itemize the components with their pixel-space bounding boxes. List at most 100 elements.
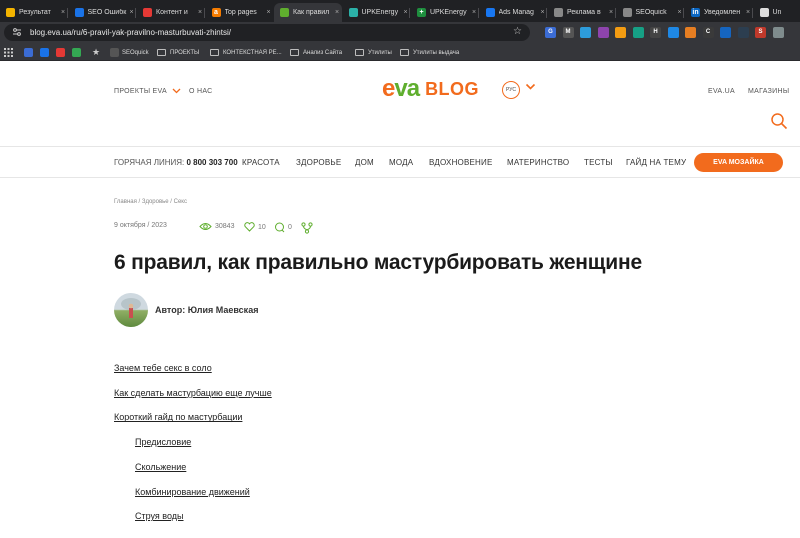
nav-item[interactable]: КРАСОТА: [242, 158, 280, 167]
close-tab-icon[interactable]: ×: [333, 9, 342, 16]
toc-link[interactable]: Комбинирование движений: [135, 487, 250, 497]
bookmark-icon-4[interactable]: [72, 47, 84, 58]
nav-item[interactable]: ВДОХНОВЕНИЕ: [429, 158, 493, 167]
toc-link[interactable]: Зачем тебе секс в соло: [114, 363, 212, 373]
tab-active[interactable]: Как правил ×: [274, 3, 342, 22]
extension-icon[interactable]: [615, 27, 626, 38]
publish-date: 9 октября / 2023: [114, 222, 167, 229]
likes-counter[interactable]: 10: [244, 222, 266, 232]
extension-icon[interactable]: [667, 27, 679, 38]
author-avatar[interactable]: [114, 293, 148, 327]
extension-icon[interactable]: S: [755, 27, 766, 38]
bookmark-folder[interactable]: Утилиты: [355, 47, 392, 58]
bookmark-label: SEOquick: [122, 49, 149, 56]
tab-separator: [203, 8, 205, 18]
browser-tab[interactable]: + UPKEnergy ×: [411, 3, 479, 22]
extension-icon[interactable]: [685, 27, 696, 38]
extension-icon[interactable]: C: [702, 27, 714, 38]
tab-separator: [66, 8, 68, 18]
toc-link[interactable]: Скольжение: [135, 462, 186, 472]
browser-tab[interactable]: SEO Ошибк ×: [69, 3, 136, 22]
browser-tab-strip: Результат × SEO Ошибк × Контент и × a Top pages…: [0, 0, 800, 22]
close-tab-icon[interactable]: ×: [264, 9, 273, 16]
tab-separator: [477, 8, 479, 18]
extension-icon[interactable]: [580, 27, 591, 38]
heart-icon: [244, 222, 255, 232]
eva-blog-logo[interactable]: eva BLOG: [382, 75, 479, 102]
nav-item[interactable]: ГАЙД НА ТЕМУ: [626, 158, 686, 167]
bookmark-icon-3[interactable]: [56, 47, 68, 58]
bookmark-folder[interactable]: КОНТЕКСТНАЯ РЕ...: [210, 47, 282, 58]
views-counter: 30843: [199, 222, 234, 231]
nav-item[interactable]: МАТЕРИНСТВО: [507, 158, 569, 167]
language-switcher[interactable]: РУС: [502, 81, 520, 99]
nav-item[interactable]: ЗДОРОВЬЕ: [296, 158, 341, 167]
bookmark-icon-2[interactable]: [40, 47, 52, 58]
tab-favicon-icon: +: [417, 8, 426, 17]
browser-tab[interactable]: UPKEnergy ×: [343, 3, 410, 22]
language-chevron-down-icon[interactable]: [525, 83, 536, 91]
extension-icon[interactable]: [772, 27, 784, 38]
tab-separator: [546, 8, 547, 18]
site-info-icon[interactable]: [12, 27, 22, 37]
stores-link[interactable]: МАГАЗИНЫ: [748, 88, 789, 95]
extension-icon[interactable]: [597, 27, 609, 38]
comments-counter[interactable]: 0: [274, 222, 292, 233]
author-name[interactable]: Автор: Юлия Маевская: [155, 305, 258, 315]
bookmark-folder[interactable]: Анализ Сайта: [290, 47, 342, 58]
nav-item[interactable]: ДОМ: [355, 158, 374, 167]
tab-favicon-icon: a: [211, 8, 221, 17]
tab-favicon-icon: [280, 8, 289, 17]
nav-item[interactable]: ТЕСТЫ: [584, 158, 613, 167]
tab-separator: [409, 8, 410, 18]
tab-title: Результат: [19, 9, 51, 16]
about-link[interactable]: О НАС: [189, 88, 213, 95]
toc-link[interactable]: Как сделать мастурбацию еще лучше: [114, 388, 272, 398]
bookmark-icon-1[interactable]: [24, 47, 36, 58]
folder-icon: [157, 49, 166, 56]
tab-title: Un: [772, 9, 782, 16]
toc-link[interactable]: Предисловие: [135, 437, 191, 447]
comment-icon: [275, 222, 285, 233]
extension-icon[interactable]: [632, 27, 644, 38]
bookmark-link[interactable]: SEOquick: [110, 47, 149, 58]
bookmark-star-icon[interactable]: ☆: [513, 26, 522, 37]
browser-tab[interactable]: Ads Manag ×: [480, 3, 547, 22]
tab-title: Top pages: [224, 9, 257, 16]
extension-icon[interactable]: M: [562, 27, 574, 38]
browser-tab[interactable]: Контент и ×: [137, 3, 205, 22]
extension-icon[interactable]: H: [650, 27, 661, 38]
hotline-number[interactable]: 0 800 303 700: [186, 158, 237, 167]
toc-link[interactable]: Струя воды: [135, 511, 184, 521]
bookmark-folder[interactable]: ПРОЕКТЫ: [157, 47, 199, 58]
tab-title: Как правил: [293, 9, 330, 16]
browser-tab[interactable]: Реклама в ×: [548, 3, 616, 22]
breadcrumb[interactable]: Главная / Здоровье / Секс: [114, 199, 187, 205]
browser-tab[interactable]: a Top pages ×: [206, 3, 274, 22]
apps-grid-icon[interactable]: [4, 47, 13, 58]
browser-tab[interactable]: Результат ×: [0, 3, 68, 22]
nav-item[interactable]: МОДА: [389, 158, 413, 167]
bookmark-label: ПРОЕКТЫ: [170, 49, 200, 56]
browser-tab[interactable]: SEOquick ×: [617, 3, 684, 22]
toc-link[interactable]: Короткий гайд по мастурбации: [114, 412, 242, 422]
tab-favicon-icon: [74, 8, 84, 17]
tab-favicon-icon: [485, 8, 495, 17]
comments-count: 0: [288, 224, 292, 231]
tab-favicon-icon: in: [691, 8, 700, 17]
bookmark-star-icon-bar[interactable]: ★: [92, 47, 100, 58]
bookmarks-bar: ★ SEOquick ПРОЕКТЫ КОНТЕКСТНАЯ РЕ... Анализ…: [0, 43, 800, 61]
eva-mosaic-button[interactable]: EVA МОЗАЙКА: [694, 153, 783, 172]
browser-tab[interactable]: Un×: [754, 3, 800, 22]
extension-icon[interactable]: [737, 27, 749, 38]
bookmark-label: Утилиты выдача: [413, 49, 460, 56]
search-icon[interactable]: [770, 112, 788, 130]
eva-ua-link[interactable]: EVA.UA: [708, 88, 735, 95]
extension-icon[interactable]: [720, 27, 731, 38]
extension-icon[interactable]: G: [545, 27, 556, 38]
share-button[interactable]: [301, 222, 316, 234]
bookmark-folder[interactable]: Утилиты выдача: [400, 47, 459, 58]
projects-eva-menu[interactable]: ПРОЕКТЫ EVA: [114, 88, 181, 95]
address-bar[interactable]: blog.eva.ua/ru/6-pravil-yak-pravilno-mas…: [4, 24, 530, 41]
browser-tab[interactable]: in Уведомлен ×: [685, 3, 753, 22]
